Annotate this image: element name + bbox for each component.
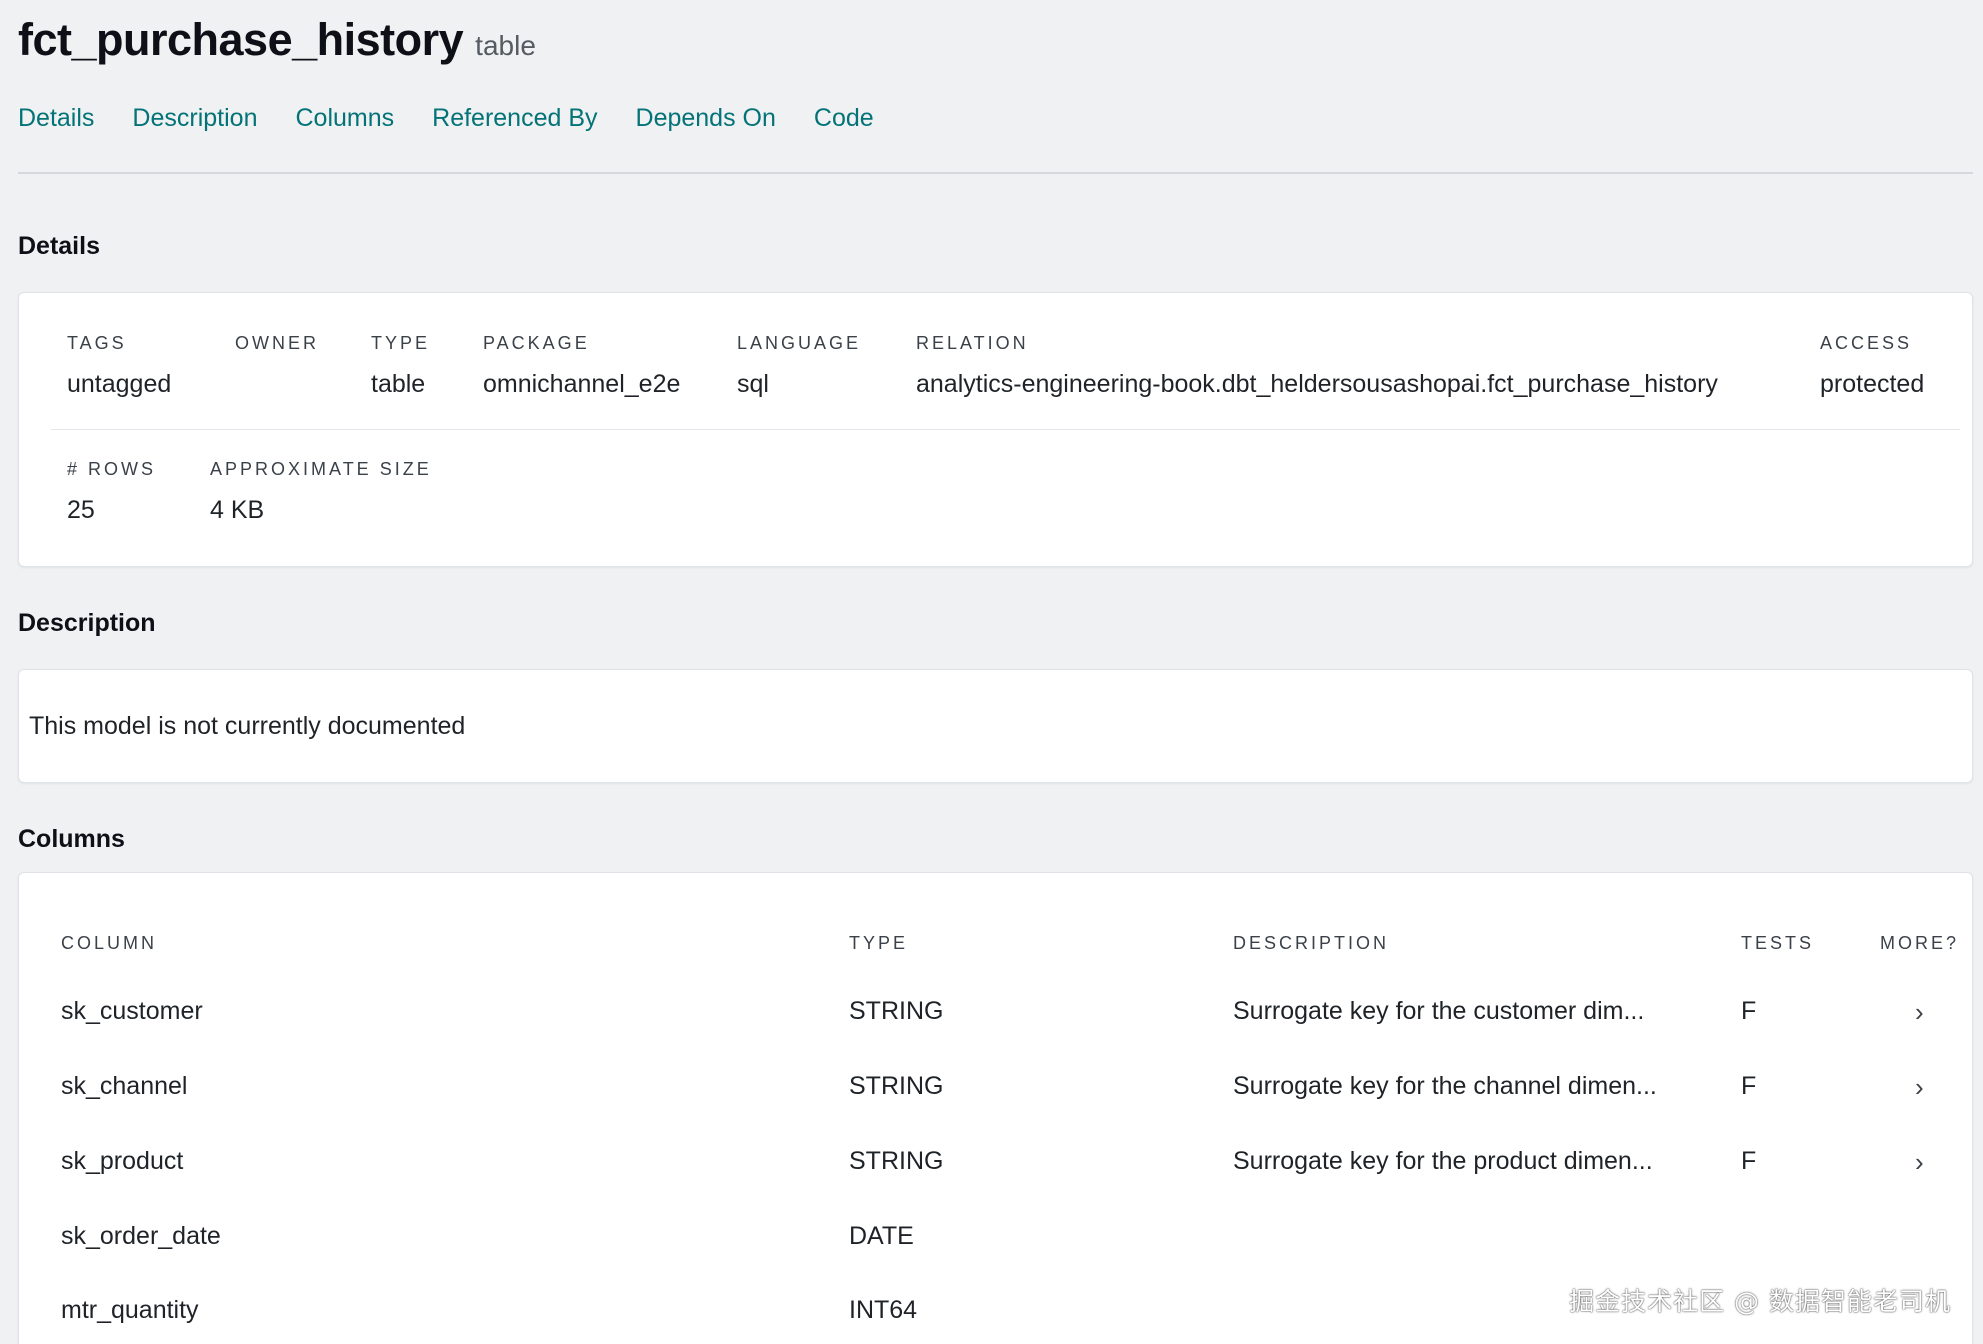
model-name: fct_purchase_history — [18, 14, 464, 65]
table-row[interactable]: sk_customer STRING Surrogate key for the… — [19, 997, 1972, 1057]
section-tabs: Details Description Columns Referenced B… — [18, 104, 874, 133]
column-header-description: DESCRIPTION — [1233, 933, 1390, 953]
chevron-right-icon[interactable]: › — [1915, 1147, 1924, 1178]
column-tests: F — [1741, 1147, 1757, 1175]
column-type: STRING — [849, 1072, 944, 1100]
detail-access: ACCESS protected — [1820, 333, 1924, 399]
detail-owner: OWNER — [235, 333, 319, 370]
details-divider — [51, 429, 1960, 430]
details-card: TAGS untagged OWNER TYPE table PACKAGE o… — [18, 292, 1973, 567]
model-page: fct_purchase_history table Details Descr… — [0, 0, 1983, 1344]
tab-description[interactable]: Description — [132, 104, 257, 133]
detail-value: protected — [1820, 370, 1925, 398]
detail-rows: # ROWS 25 — [67, 459, 156, 525]
column-type: STRING — [849, 997, 944, 1025]
detail-value: omnichannel_e2e — [483, 370, 681, 398]
description-text: This model is not currently documented — [29, 712, 466, 740]
column-type: STRING — [849, 1147, 944, 1175]
tab-details[interactable]: Details — [18, 104, 94, 133]
column-header-type: TYPE — [849, 933, 909, 953]
detail-value: analytics-engineering-book.dbt_heldersou… — [916, 370, 1718, 398]
table-row[interactable]: sk_order_date DATE — [19, 1222, 1972, 1282]
column-description: Surrogate key for the channel dimen... — [1233, 1072, 1657, 1100]
detail-value: 4 KB — [210, 496, 265, 524]
detail-relation: RELATION analytics-engineering-book.dbt_… — [916, 333, 1718, 399]
detail-label: TAGS — [67, 333, 127, 353]
column-header-tests: TESTS — [1741, 933, 1815, 953]
detail-label: TYPE — [371, 333, 431, 353]
description-card: This model is not currently documented — [18, 669, 1973, 783]
detail-tags: TAGS untagged — [67, 333, 171, 399]
detail-label: # ROWS — [67, 459, 157, 479]
column-description: Surrogate key for the customer dim... — [1233, 997, 1645, 1025]
detail-value: sql — [737, 370, 769, 398]
column-description: Surrogate key for the product dimen... — [1233, 1147, 1653, 1175]
detail-value: table — [371, 370, 426, 398]
table-row[interactable]: sk_channel STRING Surrogate key for the … — [19, 1072, 1972, 1132]
column-tests: F — [1741, 997, 1757, 1025]
column-header-column: COLUMN — [61, 933, 158, 953]
model-kind: table — [475, 30, 536, 61]
detail-label: PACKAGE — [483, 333, 590, 353]
watermark: 掘金技术社区 @ 数据智能老司机 — [1569, 1287, 1951, 1316]
column-name: sk_product — [61, 1147, 184, 1175]
description-heading: Description — [18, 609, 156, 637]
column-name: sk_order_date — [61, 1222, 221, 1250]
details-heading: Details — [18, 232, 100, 260]
columns-heading: Columns — [18, 825, 125, 853]
tab-code[interactable]: Code — [814, 104, 874, 133]
columns-table: COLUMN TYPE DESCRIPTION TESTS MORE? sk_c… — [18, 872, 1973, 1344]
tab-depends-on[interactable]: Depends On — [636, 104, 776, 133]
detail-size: APPROXIMATE SIZE 4 KB — [210, 459, 432, 525]
tabs-divider — [18, 172, 1973, 174]
column-type: DATE — [849, 1222, 914, 1250]
detail-label: APPROXIMATE SIZE — [210, 459, 432, 479]
chevron-right-icon[interactable]: › — [1915, 1072, 1924, 1103]
chevron-right-icon[interactable]: › — [1915, 997, 1924, 1028]
page-title: fct_purchase_history table — [18, 14, 536, 66]
column-name: sk_customer — [61, 997, 203, 1025]
table-row[interactable]: sk_product STRING Surrogate key for the … — [19, 1147, 1972, 1207]
column-tests: F — [1741, 1072, 1757, 1100]
detail-label: ACCESS — [1820, 333, 1913, 353]
column-header-more: MORE? — [1880, 933, 1960, 953]
detail-label: OWNER — [235, 333, 319, 353]
detail-value: 25 — [67, 496, 95, 524]
detail-package: PACKAGE omnichannel_e2e — [483, 333, 680, 399]
column-name: mtr_quantity — [61, 1296, 199, 1324]
tab-columns[interactable]: Columns — [295, 104, 394, 133]
column-type: INT64 — [849, 1296, 918, 1324]
detail-value: untagged — [67, 370, 172, 398]
detail-label: LANGUAGE — [737, 333, 862, 353]
tab-referenced-by[interactable]: Referenced By — [432, 104, 597, 133]
column-name: sk_channel — [61, 1072, 188, 1100]
detail-language: LANGUAGE sql — [737, 333, 861, 399]
detail-label: RELATION — [916, 333, 1029, 353]
detail-type: TYPE table — [371, 333, 430, 399]
